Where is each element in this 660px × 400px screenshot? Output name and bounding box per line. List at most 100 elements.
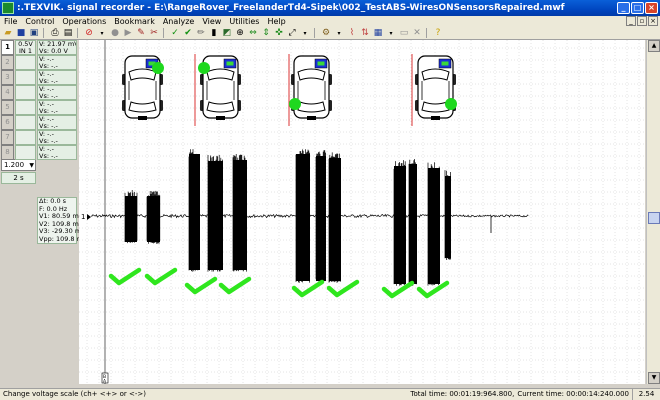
toolbar: ▰ ■ ▣ ⎙ ▤ ⊘ ▾ ● ▶ ✎ ✂ ✓ ✔ ✏ ▮ ◩ ⊕ ⇔ ⇕ ✜ …	[0, 27, 660, 40]
status-current-time: Current time: 00:00:14:240.000	[517, 390, 629, 398]
timebase-select[interactable]: 1.200 ▼	[1, 159, 36, 171]
scroll-up-icon[interactable]: ▲	[648, 40, 660, 52]
status-bar: Change voltage scale (ch+ <+> or <->) To…	[0, 388, 660, 400]
channel-row-8: 8 V: -.- Vs: -.-	[0, 145, 78, 160]
minimize-button[interactable]: _	[617, 2, 630, 14]
signal-burst-1	[124, 190, 138, 244]
adjust-icon[interactable]: ⇅	[359, 28, 371, 39]
signal-plot[interactable]: 1 B A	[79, 40, 645, 385]
dropdown-arrow-icon-4[interactable]: ▾	[385, 28, 397, 39]
channel-scale-7[interactable]	[15, 130, 36, 145]
title-bar: :.TEXVIK. signal recorder - E:\RangeRove…	[0, 0, 660, 16]
play-icon[interactable]: ▶	[122, 28, 134, 39]
channel-marker-arrow[interactable]	[87, 214, 91, 220]
dropdown-arrow-icon-2[interactable]: ▾	[299, 28, 311, 39]
signal-burst-12	[444, 170, 451, 260]
checkmark-icon[interactable]: ✓	[169, 28, 181, 39]
pencil-icon[interactable]: ✏	[195, 28, 207, 39]
dropdown-arrow-icon-3[interactable]: ▾	[333, 28, 345, 39]
delete-icon[interactable]: ✕	[411, 28, 423, 39]
cursor-vertical-icon[interactable]: ⇕	[260, 28, 272, 39]
checkmark-icon	[184, 276, 218, 295]
plot-grid	[79, 40, 645, 384]
cut-icon[interactable]: ✂	[148, 28, 160, 39]
plot-canvas[interactable]: 1 B A	[79, 40, 645, 385]
expand-icon[interactable]: ⤢	[286, 28, 298, 39]
scroll-down-icon[interactable]: ▼	[648, 372, 660, 384]
menu-control[interactable]: Control	[21, 17, 58, 26]
menu-operations[interactable]: Operations	[58, 17, 110, 26]
signal-burst-7	[315, 150, 326, 283]
dropdown-arrow-icon[interactable]: ▾	[96, 28, 108, 39]
channel-scale-8[interactable]	[15, 145, 36, 160]
zoom-in-icon[interactable]: ⊕	[234, 28, 246, 39]
channel-panel: 1.200 ▼ 2 s Δt: 0.0 s F: 0.0 Hz V1: 80.5…	[0, 40, 88, 388]
menu-analyze[interactable]: Analyze	[159, 17, 199, 26]
channel-button-7[interactable]: 7	[1, 130, 14, 145]
save-as-icon[interactable]: ▣	[28, 28, 40, 39]
wheel-sensor-icon	[289, 98, 301, 110]
check-double-icon[interactable]: ✔	[182, 28, 194, 39]
menu-view[interactable]: View	[198, 17, 225, 26]
graph-icon[interactable]: ⌇	[346, 28, 358, 39]
mdi-minimize-button[interactable]: _	[626, 16, 636, 26]
wheel-sensor-icon	[152, 62, 164, 74]
menu-file[interactable]: File	[0, 17, 21, 26]
close-button[interactable]: ×	[645, 2, 658, 14]
preview-icon[interactable]: ▤	[62, 28, 74, 39]
window-icon[interactable]: ▭	[398, 28, 410, 39]
channel-readout-3: V: -.- Vs: -.-	[37, 70, 77, 85]
checkmark-icon	[291, 279, 325, 298]
channel-scale-6[interactable]	[15, 115, 36, 130]
channel-scale-5[interactable]	[15, 100, 36, 115]
car-diagram-2	[198, 55, 241, 120]
channel-scale-3[interactable]	[15, 70, 36, 85]
channel-button-6[interactable]: 6	[1, 115, 14, 130]
settings-icon[interactable]: ⚙	[320, 28, 332, 39]
channel-scale-1[interactable]: 0.5V IN 1	[15, 40, 36, 55]
print-icon[interactable]: ⎙	[49, 28, 61, 39]
channel-scale-4[interactable]	[15, 85, 36, 100]
record-icon[interactable]: ●	[109, 28, 121, 39]
stop-record-icon[interactable]: ⊘	[83, 28, 95, 39]
cursor-cross-icon[interactable]: ✜	[273, 28, 285, 39]
checkmark-icon	[218, 276, 252, 295]
car-diagram-3	[289, 55, 332, 120]
app-icon	[2, 2, 14, 14]
channel-button-4[interactable]: 4	[1, 85, 14, 100]
checkmark-icon	[381, 280, 415, 299]
open-icon[interactable]: ▰	[2, 28, 14, 39]
scroll-thumb[interactable]	[648, 212, 660, 224]
signal-burst-9	[393, 160, 406, 286]
mdi-close-button[interactable]: ×	[648, 16, 658, 26]
marker-icon[interactable]: ▮	[208, 28, 220, 39]
signal-trace	[90, 149, 529, 286]
vpp-readout: Vpp: 109.8 mV	[39, 234, 88, 243]
channel-row-5: 5 V: -.- Vs: -.-	[0, 100, 78, 115]
maximize-button[interactable]: □	[631, 2, 644, 14]
channel-button-5[interactable]: 5	[1, 100, 14, 115]
menu-bookmark[interactable]: Bookmark	[110, 17, 159, 26]
channel-button-8[interactable]: 8	[1, 145, 14, 160]
mdi-restore-button[interactable]: ▫	[637, 16, 647, 26]
save-icon[interactable]: ■	[15, 28, 27, 39]
menu-help[interactable]: Help	[263, 17, 289, 26]
channel-readout-5: V: -.- Vs: -.-	[37, 100, 77, 115]
channel-scale-2[interactable]	[15, 55, 36, 70]
menu-utilities[interactable]: Utilities	[225, 17, 263, 26]
wheel-sensor-icon	[198, 62, 210, 74]
table-icon[interactable]: ▦	[372, 28, 384, 39]
cursor-arrows-icon[interactable]: ⇔	[247, 28, 259, 39]
channel-button-2[interactable]: 2	[1, 55, 14, 70]
car-diagrams	[122, 55, 457, 120]
vertical-scrollbar[interactable]: ▲ ▼	[646, 40, 660, 384]
color-icon[interactable]: ◩	[221, 28, 233, 39]
channel-button-3[interactable]: 3	[1, 70, 14, 85]
probe-icon[interactable]: ✎	[135, 28, 147, 39]
channel-readout-6: V: -.- Vs: -.-	[37, 115, 77, 130]
car-diagram-4	[415, 55, 457, 120]
help-icon[interactable]: ?	[432, 28, 444, 39]
status-zoom: 2.54	[632, 389, 660, 400]
channel-row-6: 6 V: -.- Vs: -.-	[0, 115, 78, 130]
channel-button-1[interactable]: 1	[1, 40, 14, 55]
